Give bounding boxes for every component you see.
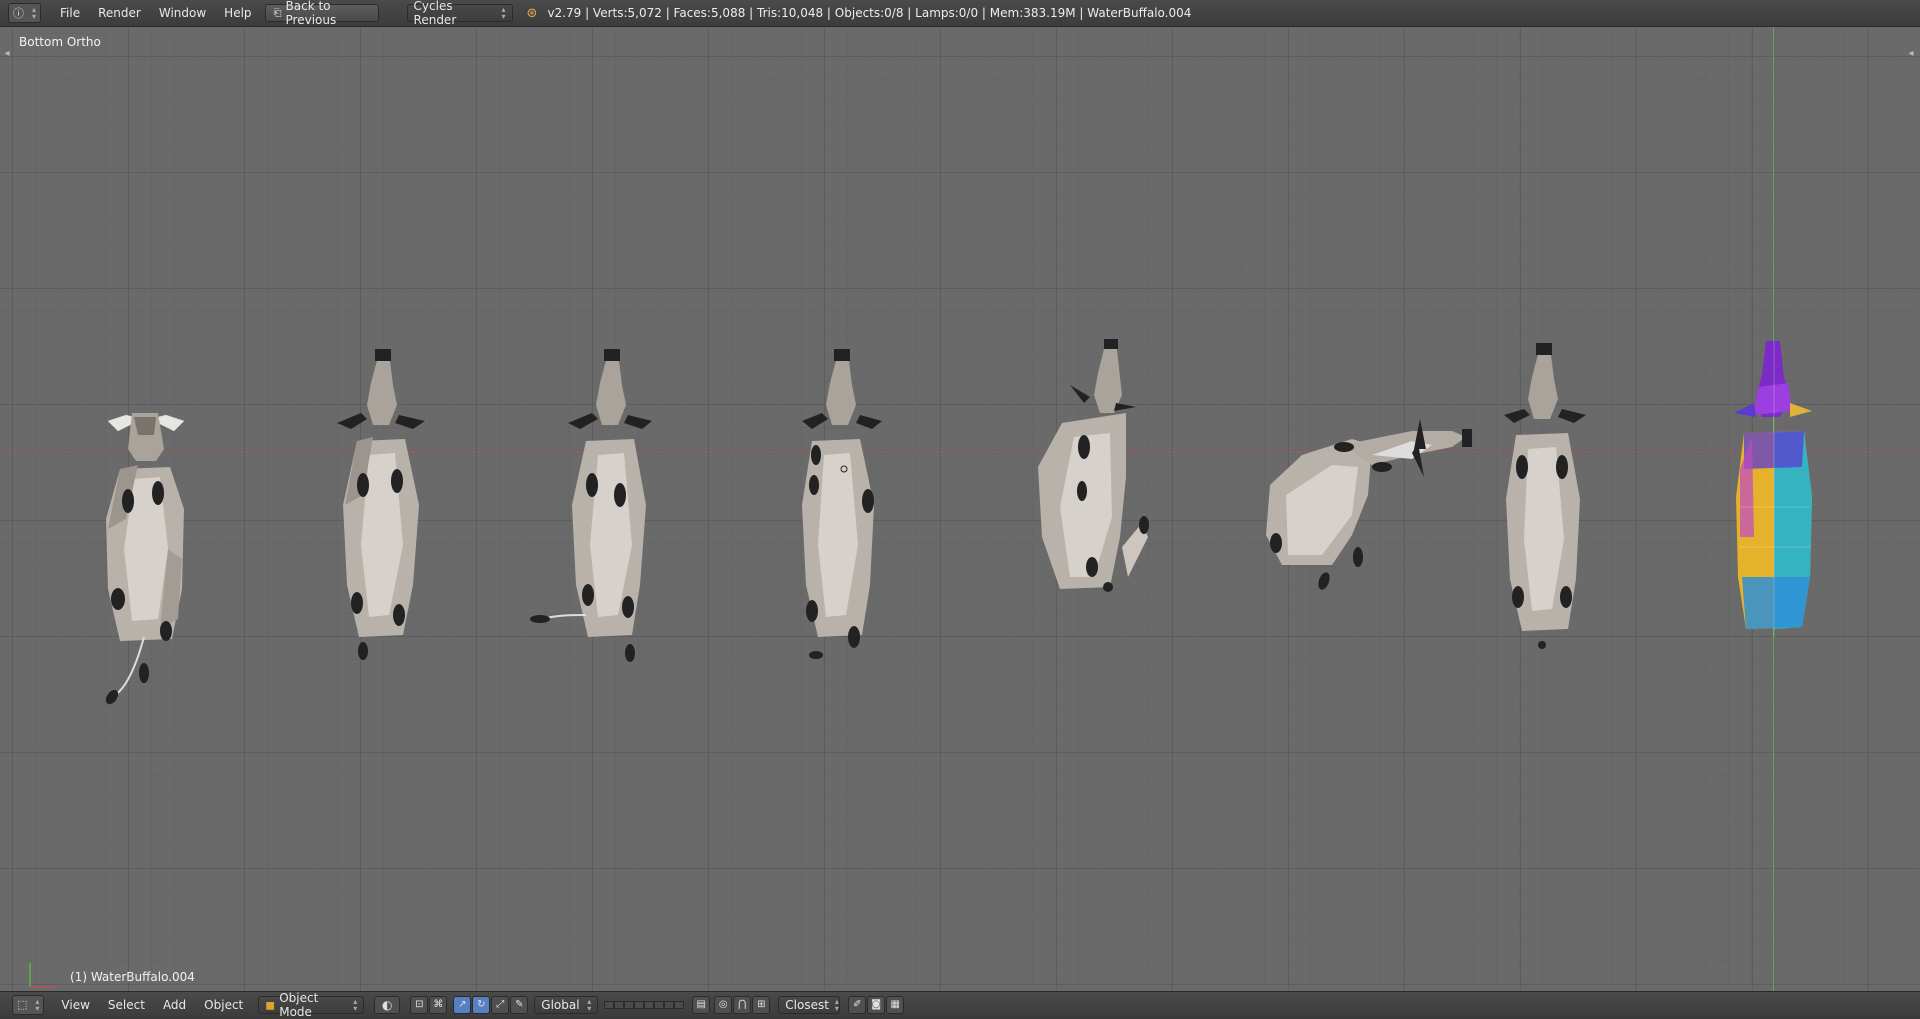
pen-icon: ✎ xyxy=(515,999,524,1010)
render-engine-label: Cycles Render xyxy=(413,0,457,27)
layer-3[interactable] xyxy=(624,1000,635,1009)
rotate-icon: ↻ xyxy=(477,999,486,1010)
proportional-edit-button[interactable]: ◎ xyxy=(714,995,733,1014)
snap-toggle-button[interactable]: ⋂ xyxy=(733,995,752,1014)
editor-type-selector[interactable]: ⓘ ▴ ▾ xyxy=(8,3,42,23)
buffalo-1[interactable] xyxy=(98,389,194,709)
render-icon: ✐ xyxy=(853,999,862,1010)
back-to-previous-button[interactable]: ⎗ Back to Previous xyxy=(264,0,379,27)
menu-add[interactable]: Add xyxy=(155,996,194,1014)
shading-sphere-icon: ◐ xyxy=(382,997,393,1012)
viewport-menu: View Select Add Object xyxy=(52,996,252,1014)
layer-2[interactable] xyxy=(614,1000,625,1009)
buffalo-6[interactable] xyxy=(1262,415,1492,615)
snap-target-label: Closest xyxy=(785,997,829,1012)
snap-element-button[interactable]: ⊞ xyxy=(752,995,771,1014)
buffalo-2[interactable] xyxy=(333,345,429,675)
info-header: ⓘ ▴ ▾ File Render Window Help ⎗ Back to P… xyxy=(0,0,1920,27)
layer-8[interactable] xyxy=(674,1000,685,1009)
menu-select[interactable]: Select xyxy=(100,996,153,1014)
object-mode-icon: ◼ xyxy=(265,997,276,1012)
layer-1[interactable] xyxy=(604,1000,615,1009)
blender-logo-icon: ⊛ xyxy=(526,5,538,21)
view-name-label: Bottom Ortho xyxy=(19,35,101,49)
info-icon: ⓘ xyxy=(13,7,24,20)
menu-help[interactable]: Help xyxy=(216,4,259,22)
lock-layers-button[interactable]: ▤ xyxy=(692,995,711,1014)
camera-icon: ◙ xyxy=(871,999,882,1010)
layer-buttons[interactable] xyxy=(604,1000,685,1009)
extra-manipulator-button[interactable]: ✎ xyxy=(510,995,529,1014)
buffalo-8[interactable] xyxy=(1732,337,1816,657)
snap-element-icon: ⊞ xyxy=(757,999,766,1010)
back-icon: ⎗ xyxy=(273,7,282,19)
layers-icon: ▤ xyxy=(696,999,706,1010)
menu-file[interactable]: File xyxy=(52,4,88,22)
clapper-icon: ▦ xyxy=(890,999,900,1010)
snap-target-dropdown[interactable]: Closest ▴ ▾ xyxy=(778,995,841,1014)
3d-view-header: ⬚ ▴ ▾ View Select Add Object ◼ Object Mod… xyxy=(0,991,1920,1019)
layer-5[interactable] xyxy=(644,1000,655,1009)
back-to-previous-label: Back to Previous xyxy=(285,0,337,27)
editor-type-selector-3d[interactable]: ⬚ ▴ ▾ xyxy=(12,994,45,1015)
scale-manipulator-button[interactable]: ⤢ xyxy=(491,995,510,1014)
chevron-updown-icon: ▴ ▾ xyxy=(501,5,506,21)
chevron-updown-icon: ▴ ▾ xyxy=(35,996,40,1013)
layer-6[interactable] xyxy=(654,1000,665,1009)
menu-object[interactable]: Object xyxy=(196,996,251,1014)
orientation-label: Global xyxy=(541,997,580,1012)
3d-viewport[interactable]: Bottom Ortho ◂ ◂ (1) WaterBuffalo.004 xyxy=(0,27,1920,991)
layer-4[interactable] xyxy=(634,1000,645,1009)
active-object-label: (1) WaterBuffalo.004 xyxy=(70,970,195,984)
menu-view[interactable]: View xyxy=(53,996,97,1014)
region-expand-left-icon[interactable]: ◂ xyxy=(2,49,12,59)
translate-manipulator-button[interactable]: ↗ xyxy=(453,995,472,1014)
scene-stats: v2.79 | Verts:5,072 | Faces:5,088 | Tris… xyxy=(547,6,1192,20)
chevron-updown-icon: ▴ ▾ xyxy=(32,5,37,21)
x-axis-line xyxy=(0,451,1920,452)
viewport-shading-button[interactable]: ◐ xyxy=(374,995,401,1014)
menu-render[interactable]: Render xyxy=(90,4,149,22)
region-expand-right-icon[interactable]: ◂ xyxy=(1906,49,1916,59)
manipulator-toggle-button[interactable]: ⌘ xyxy=(429,995,448,1014)
buffalo-5[interactable] xyxy=(1030,337,1160,637)
chevron-updown-icon: ▴ ▾ xyxy=(834,996,839,1013)
proportional-icon: ◎ xyxy=(718,999,728,1010)
buffalo-7[interactable] xyxy=(1502,339,1592,659)
render-engine-dropdown[interactable]: Cycles Render ▴ ▾ xyxy=(406,0,513,27)
render-still-button[interactable]: ◙ xyxy=(867,995,886,1014)
orientation-dropdown[interactable]: Global ▴ ▾ xyxy=(534,995,599,1014)
main-menu: File Render Window Help xyxy=(51,4,261,22)
chevron-updown-icon: ▴ ▾ xyxy=(353,996,358,1013)
pivot-point-button[interactable]: ⊡ xyxy=(410,995,429,1014)
layer-7[interactable] xyxy=(664,1000,675,1009)
pivot-icon: ⊡ xyxy=(415,999,424,1010)
magnet-icon: ⋂ xyxy=(738,999,747,1010)
translate-icon: ↗ xyxy=(458,999,467,1010)
buffalo-4[interactable] xyxy=(798,345,898,675)
manipulator-icon: ⌘ xyxy=(433,999,444,1010)
buffalo-3[interactable] xyxy=(528,345,658,675)
chevron-updown-icon: ▴ ▾ xyxy=(587,996,592,1013)
cube-icon: ⬚ xyxy=(17,998,28,1011)
mode-label: Object Mode xyxy=(279,990,319,1019)
mode-dropdown[interactable]: ◼ Object Mode ▴ ▾ xyxy=(258,991,365,1019)
menu-window[interactable]: Window xyxy=(151,4,214,22)
scale-icon: ⤢ xyxy=(496,999,505,1010)
rotate-manipulator-button[interactable]: ↻ xyxy=(472,995,491,1014)
render-animation-button[interactable]: ▦ xyxy=(886,995,905,1014)
opengl-render-button[interactable]: ✐ xyxy=(848,995,867,1014)
